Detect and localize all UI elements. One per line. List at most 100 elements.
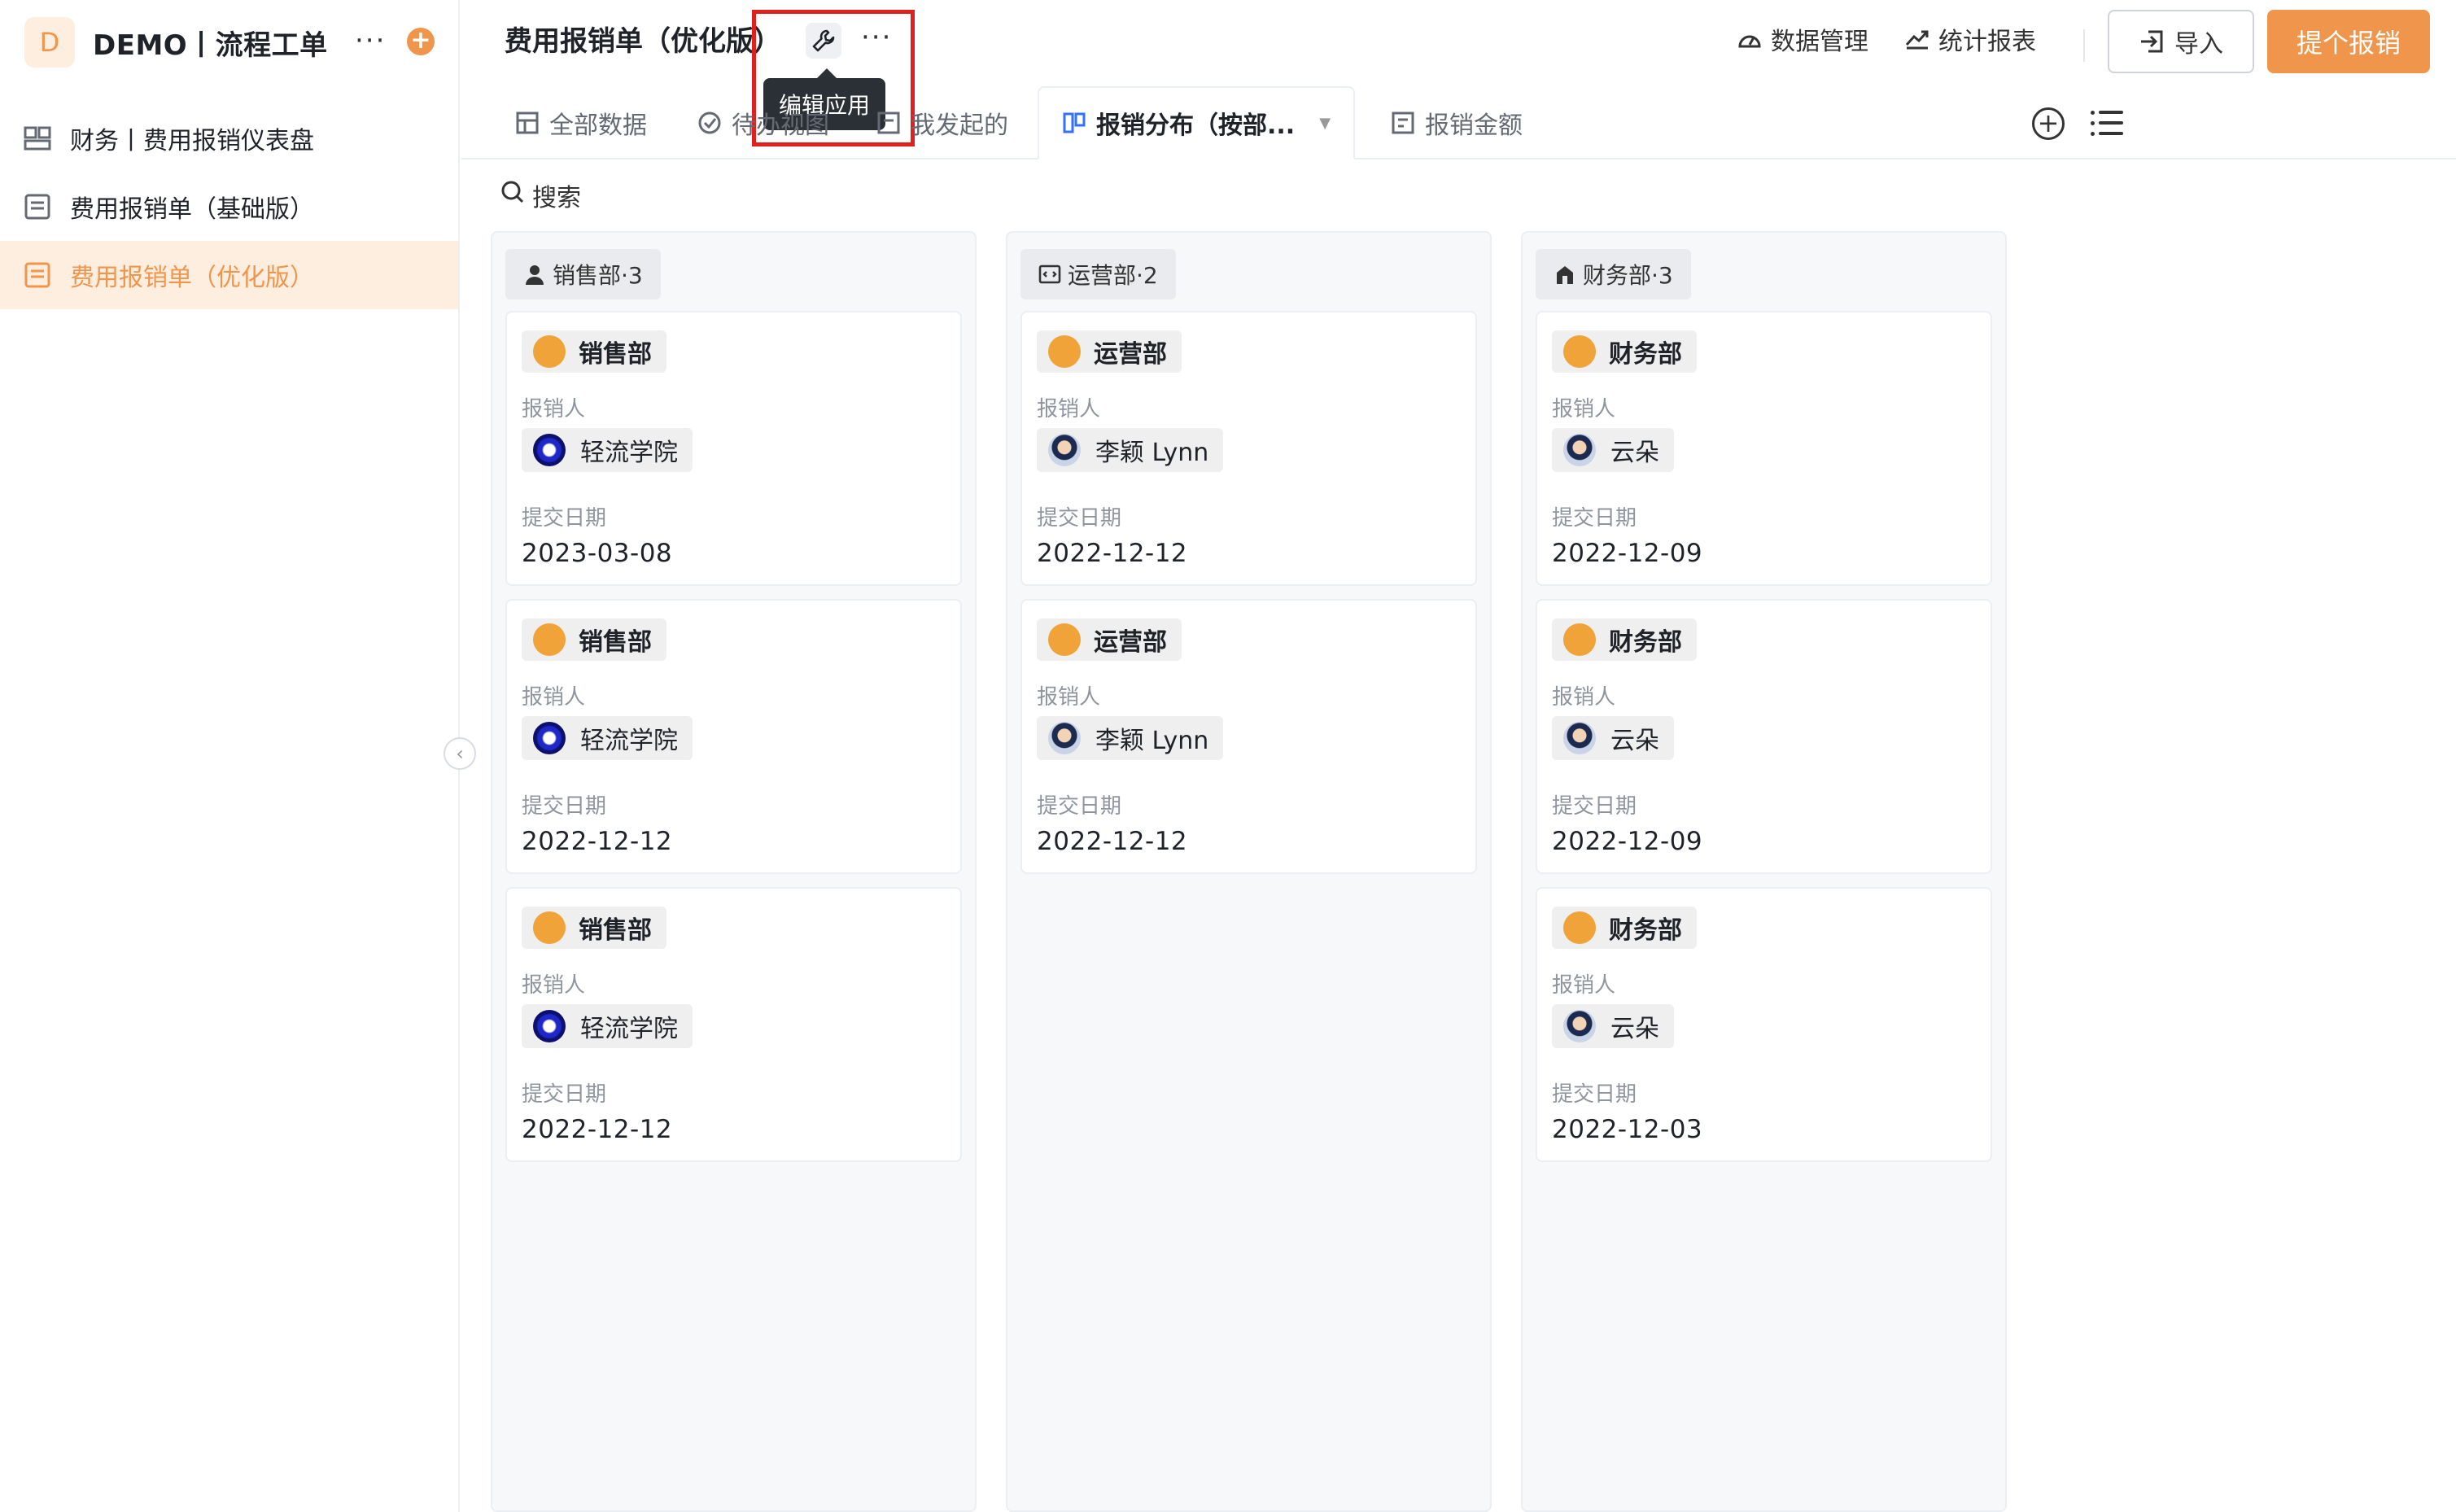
person-name: 轻流学院 (580, 727, 678, 755)
person-tag: 李颖 Lynn (1037, 716, 1224, 760)
code-window-icon (1038, 263, 1061, 286)
tab-amount[interactable]: 报销金额 (1391, 86, 1523, 160)
app-header: D DEMO丨流程工单 (24, 16, 328, 68)
submit-date-label: 提交日期 (522, 506, 607, 531)
kanban-card[interactable]: 运营部 报销人 李颖 Lynn 提交日期 2022-12-12 (1020, 311, 1477, 586)
dept-tag: 财务部 (1552, 907, 1697, 949)
dept-tag: 运营部 (1037, 618, 1182, 661)
submit-date: 2022-12-12 (1037, 827, 1188, 856)
dept-name: 财务部 (1609, 628, 1682, 657)
tab-todo[interactable]: 待办视图 (697, 86, 829, 160)
sidebar-item-basic-form[interactable]: 费用报销单（基础版） (0, 173, 458, 241)
dept-name: 销售部 (579, 340, 652, 369)
chevron-down-icon[interactable]: ▼ (1319, 115, 1331, 132)
reimburser-label: 报销人 (522, 397, 586, 422)
kanban-card[interactable]: 运营部 报销人 李颖 Lynn 提交日期 2022-12-12 (1020, 599, 1477, 874)
tab-distribution[interactable]: 报销分布（按部... ▼ (1038, 86, 1356, 160)
reimburser-label: 报销人 (1552, 973, 1616, 998)
submit-date-label: 提交日期 (522, 794, 607, 819)
table-icon (515, 111, 540, 135)
person-name: 李颖 Lynn (1095, 727, 1209, 755)
submit-date: 2023-03-08 (522, 539, 673, 568)
tab-all-data[interactable]: 全部数据 (515, 86, 647, 160)
view-list-button[interactable] (2091, 111, 2123, 138)
column-header: 销售部·3 (505, 249, 661, 299)
sidebar-item-dashboard[interactable]: 财务丨费用报销仪表盘 (0, 104, 458, 173)
dept-tag: 销售部 (522, 618, 666, 661)
submit-date-label: 提交日期 (1552, 506, 1637, 531)
avatar (1048, 722, 1081, 754)
tab-label: 报销金额 (1425, 111, 1523, 140)
tab-initiated[interactable]: 我发起的 (876, 86, 1008, 160)
submit-date: 2022-12-12 (522, 827, 673, 856)
finance-icon (1554, 263, 1576, 286)
reimburser-label: 报销人 (1552, 397, 1616, 422)
search-button[interactable]: 搜索 (500, 177, 581, 213)
kanban-card[interactable]: 销售部 报销人 轻流学院 提交日期 2023-03-08 (505, 311, 962, 586)
dept-name: 销售部 (579, 628, 652, 657)
dept-tag: 销售部 (522, 330, 666, 373)
trend-icon (1904, 23, 1930, 62)
reimburser-label: 报销人 (522, 973, 586, 998)
submit-date: 2022-12-03 (1552, 1115, 1703, 1144)
stats-report-link[interactable]: 统计报表 (1904, 23, 2036, 62)
submit-date: 2022-12-12 (522, 1115, 673, 1144)
view-tabs: 全部数据 待办视图 我发起的 报销分布（按部... ▼ 报销金额 + (461, 86, 2456, 160)
avatar (1048, 434, 1081, 466)
kanban-card[interactable]: 财务部 报销人 云朵 提交日期 2022-12-09 (1536, 311, 1992, 586)
app-more-button[interactable]: ··· (355, 24, 386, 57)
add-view-button[interactable]: + (2032, 107, 2065, 140)
person-tag: 云朵 (1552, 716, 1674, 760)
kanban-column-sales: 销售部·3 销售部 报销人 轻流学院 提交日期 2023-03-08 销售部 报… (491, 231, 977, 1512)
import-button[interactable]: 导入 (2108, 10, 2254, 73)
avatar (533, 434, 566, 466)
avatar (1563, 434, 1596, 466)
column-title: 销售部·3 (553, 262, 643, 289)
column-title: 运营部·2 (1068, 262, 1158, 289)
sidebar-item-label: 费用报销单（优化版） (70, 264, 314, 292)
kanban-column-operations: 运营部·2 运营部 报销人 李颖 Lynn 提交日期 2022-12-12 运营… (1006, 231, 1492, 1512)
search-icon (500, 179, 526, 212)
person-name: 云朵 (1610, 727, 1659, 755)
collapse-sidebar-button[interactable]: ‹ (444, 737, 476, 770)
data-manage-label: 数据管理 (1771, 28, 1868, 56)
data-manage-link[interactable]: 数据管理 (1737, 23, 1868, 62)
kanban-card[interactable]: 财务部 报销人 云朵 提交日期 2022-12-03 (1536, 887, 1992, 1162)
submit-date: 2022-12-09 (1552, 539, 1703, 568)
avatar (1563, 722, 1596, 754)
person-name: 轻流学院 (580, 439, 678, 467)
person-tag: 云朵 (1552, 428, 1674, 472)
kanban-card[interactable]: 销售部 报销人 轻流学院 提交日期 2022-12-12 (505, 599, 962, 874)
submit-reimbursement-button[interactable]: 提个报销 (2267, 10, 2430, 73)
add-button[interactable]: + (407, 28, 435, 55)
sidebar: D DEMO丨流程工单 ··· + 财务丨费用报销仪表盘 费用报销单（基础版） (0, 0, 460, 1512)
dept-avatar (533, 911, 566, 944)
tab-label: 报销分布（按部... (1096, 111, 1296, 140)
dept-tag: 财务部 (1552, 618, 1697, 661)
tab-label: 全部数据 (549, 111, 647, 140)
dept-name: 财务部 (1609, 916, 1682, 945)
form-icon (23, 194, 52, 220)
submit-date-label: 提交日期 (1552, 1082, 1637, 1107)
kanban-column-finance: 财务部·3 财务部 报销人 云朵 提交日期 2022-12-09 财务部 报销人… (1521, 231, 2007, 1512)
column-header: 财务部·3 (1536, 249, 1691, 299)
dept-avatar (533, 623, 566, 656)
kanban-card[interactable]: 财务部 报销人 云朵 提交日期 2022-12-09 (1536, 599, 1992, 874)
dept-avatar (1563, 911, 1596, 944)
reimburser-label: 报销人 (1037, 397, 1101, 422)
reimburser-label: 报销人 (522, 685, 586, 710)
avatar (533, 722, 566, 754)
kanban-card[interactable]: 销售部 报销人 轻流学院 提交日期 2022-12-12 (505, 887, 962, 1162)
import-label: 导入 (2174, 30, 2223, 59)
dept-name: 销售部 (579, 916, 652, 945)
dept-name: 财务部 (1609, 340, 1682, 369)
person-tag: 李颖 Lynn (1037, 428, 1224, 472)
sidebar-item-optimized-form[interactable]: 费用报销单（优化版） (0, 241, 458, 309)
submit-date: 2022-12-09 (1552, 827, 1703, 856)
dept-avatar (1048, 335, 1081, 368)
page-title: 费用报销单（优化版） (505, 25, 781, 58)
check-icon (697, 111, 722, 135)
dashboard-gauge-icon (1737, 23, 1763, 62)
dept-avatar (1048, 623, 1081, 656)
column-title: 财务部·3 (1583, 262, 1673, 289)
